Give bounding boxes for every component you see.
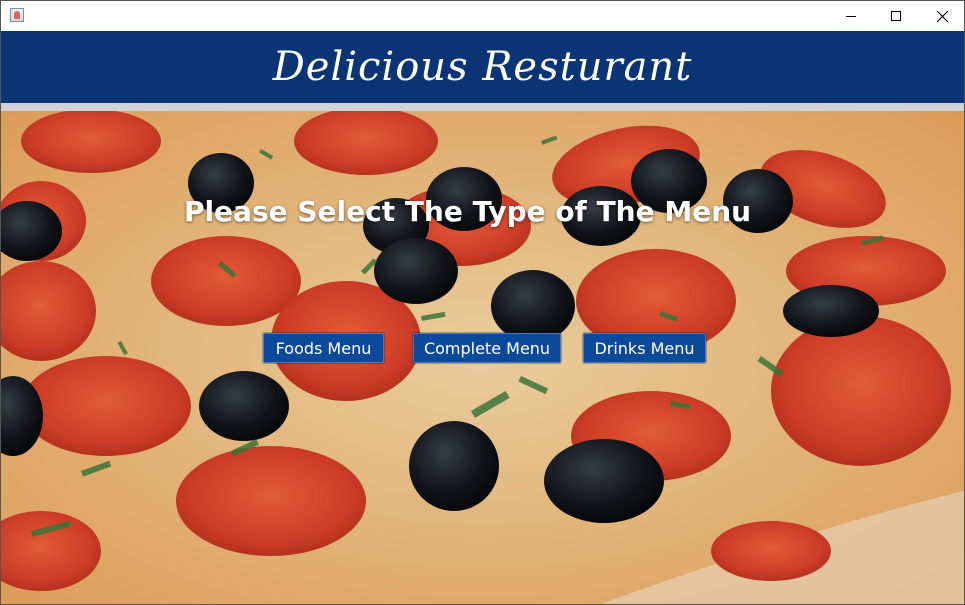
java-cup-icon (10, 8, 24, 22)
close-button[interactable] (919, 1, 964, 31)
title-bar[interactable] (1, 1, 964, 31)
restaurant-title: Delicious Resturant (272, 44, 693, 90)
foods-menu-button[interactable]: Foods Menu (263, 333, 384, 363)
pizza-background-panel: Please Select The Type of The Menu Foods… (1, 111, 964, 604)
maximize-icon (891, 11, 901, 21)
header-banner: Delicious Resturant (1, 31, 964, 103)
close-icon (936, 10, 948, 22)
app-window: Delicious Resturant Please Select The Ty… (0, 0, 965, 605)
drinks-menu-button[interactable]: Drinks Menu (583, 333, 706, 363)
minimize-button[interactable] (828, 1, 874, 31)
maximize-button[interactable] (873, 1, 919, 31)
minimize-icon (846, 16, 856, 17)
header-divider (1, 103, 964, 111)
menu-type-prompt: Please Select The Type of The Menu (1, 195, 934, 228)
prompt-text: Please Select The Type of The Menu (183, 195, 752, 228)
complete-menu-button[interactable]: Complete Menu (413, 333, 561, 363)
